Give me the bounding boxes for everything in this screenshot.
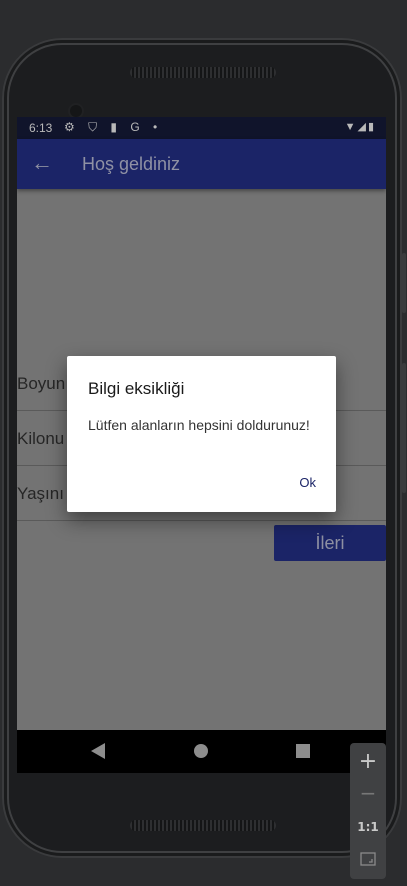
height-field-label: Boyun — [17, 374, 66, 393]
bottom-speaker — [130, 820, 276, 831]
front-camera — [70, 105, 82, 117]
notification-icons: ⚙ ⛉ ▮ G • — [64, 120, 163, 134]
emulator-zoom-panel: + − 1:1 — [350, 743, 386, 879]
signal-battery-icons: ▼◢▮ — [344, 121, 376, 133]
zoom-in-button[interactable]: + — [350, 749, 386, 774]
age-field-label: Yaşını — [17, 484, 64, 503]
next-button[interactable]: İleri — [274, 525, 386, 561]
volume-button — [402, 363, 406, 493]
dialog-message: Lütfen alanların hepsini doldurunuz! — [88, 417, 310, 433]
nav-recents-icon[interactable] — [296, 744, 310, 758]
status-time: 6:13 — [29, 121, 53, 135]
weight-field-label: Kilonu — [17, 429, 65, 448]
navigation-bar — [17, 730, 386, 773]
power-button — [402, 253, 406, 313]
back-arrow-icon[interactable]: ← — [31, 150, 53, 176]
device-screen: 6:13 ⚙ ⛉ ▮ G • ▼◢▮ ← Hoş geldiniz Boyun … — [17, 117, 386, 773]
nav-home-icon[interactable] — [194, 744, 208, 758]
zoom-out-button[interactable]: − — [350, 781, 386, 805]
dialog-title: Bilgi eksikliği — [88, 379, 185, 398]
page-title: Hoş geldiniz — [82, 154, 181, 174]
dialog-ok-button[interactable]: Ok — [299, 475, 316, 490]
status-bar: 6:13 ⚙ ⛉ ▮ G • ▼◢▮ — [17, 117, 386, 139]
fit-screen-icon[interactable] — [350, 851, 386, 870]
app-bar: ← Hoş geldiniz — [17, 139, 386, 189]
top-speaker — [130, 67, 276, 78]
alert-dialog: Bilgi eksikliği Lütfen alanların hepsini… — [67, 356, 336, 512]
nav-back-icon[interactable] — [91, 743, 105, 759]
actual-size-button[interactable]: 1:1 — [350, 820, 386, 834]
